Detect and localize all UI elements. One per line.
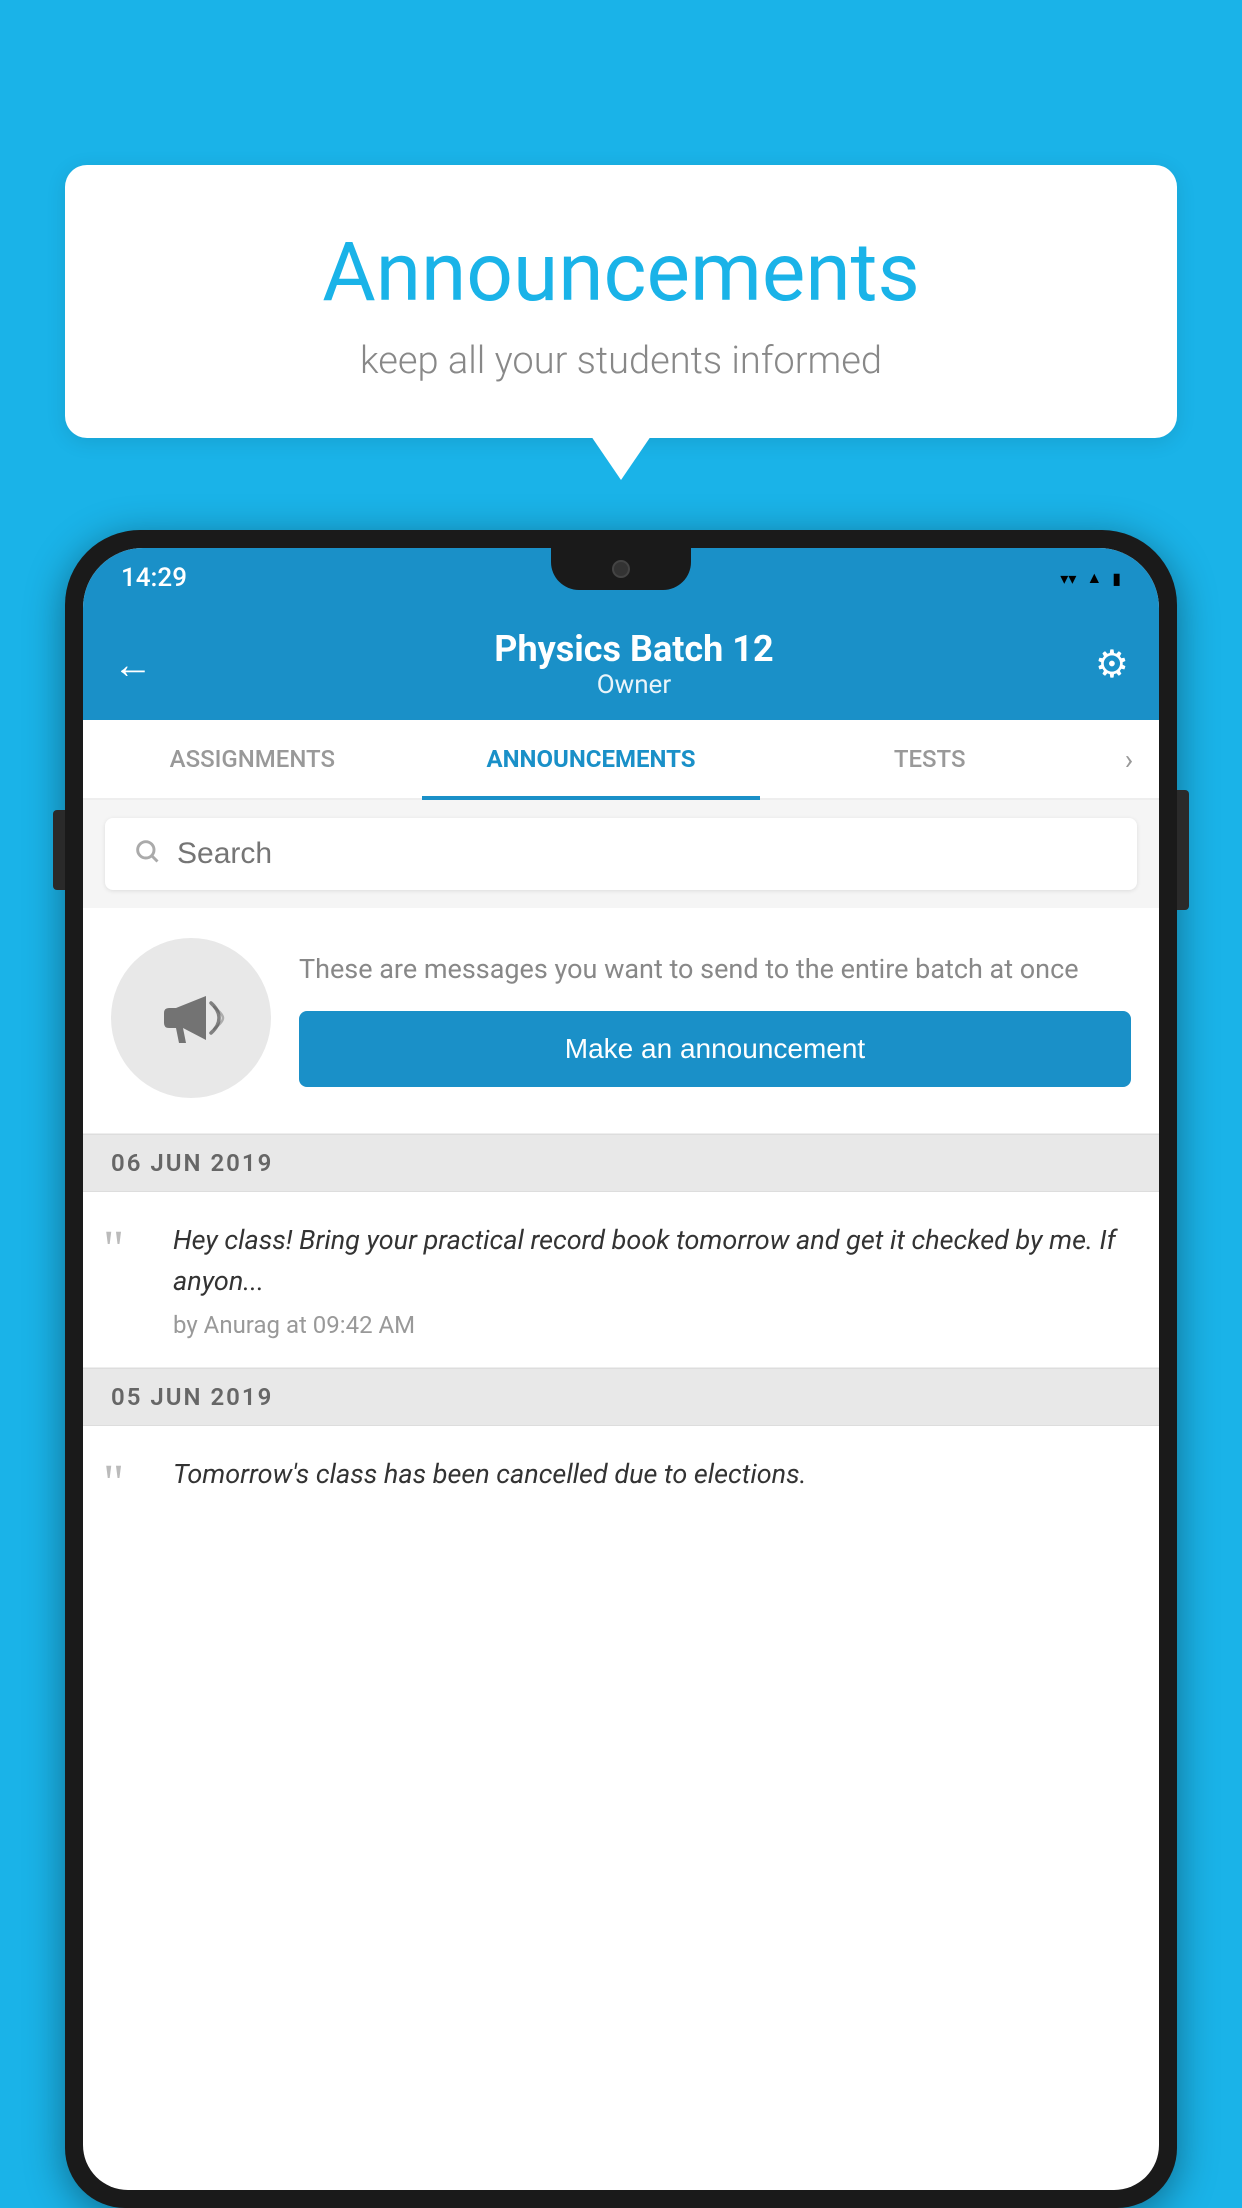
- notch: [551, 548, 691, 590]
- announcement-meta-1: by Anurag at 09:42 AM: [173, 1311, 1131, 1339]
- phone-screen: 14:29 ▾▾ ▲ ▮ ← Physics Batch 12 Owner ⚙: [83, 548, 1159, 2190]
- status-icons: ▾▾ ▲ ▮: [1060, 568, 1121, 588]
- app-bar-center: Physics Batch 12 Owner: [173, 628, 1095, 700]
- search-container: [83, 800, 1159, 908]
- speech-bubble-container: Announcements keep all your students inf…: [65, 165, 1177, 438]
- status-bar: 14:29 ▾▾ ▲ ▮: [83, 548, 1159, 608]
- bubble-subtitle: keep all your students informed: [115, 339, 1127, 383]
- app-bar-subtitle: Owner: [173, 670, 1095, 700]
- phone-outer: 14:29 ▾▾ ▲ ▮ ← Physics Batch 12 Owner ⚙: [65, 530, 1177, 2208]
- date-separator-2: 05 JUN 2019: [83, 1368, 1159, 1426]
- date-separator-1: 06 JUN 2019: [83, 1134, 1159, 1192]
- signal-icon: ▲: [1086, 568, 1102, 588]
- promo-area: These are messages you want to send to t…: [83, 908, 1159, 1134]
- battery-icon: ▮: [1112, 569, 1121, 588]
- announcement-text-1: Hey class! Bring your practical record b…: [173, 1220, 1131, 1301]
- camera: [612, 560, 630, 578]
- announcement-text-2: Tomorrow's class has been cancelled due …: [173, 1454, 1131, 1495]
- back-button[interactable]: ←: [113, 641, 153, 688]
- status-time: 14:29: [121, 563, 187, 593]
- tab-assignments[interactable]: ASSIGNMENTS: [83, 720, 422, 798]
- wifi-icon: ▾▾: [1060, 569, 1076, 588]
- announcement-content-1: Hey class! Bring your practical record b…: [173, 1220, 1131, 1339]
- quote-icon-2: ": [103, 1458, 153, 1510]
- settings-icon[interactable]: ⚙: [1095, 642, 1129, 687]
- bubble-title: Announcements: [115, 225, 1127, 321]
- app-bar: ← Physics Batch 12 Owner ⚙: [83, 608, 1159, 720]
- megaphone-icon: [151, 978, 231, 1058]
- speech-bubble: Announcements keep all your students inf…: [65, 165, 1177, 438]
- tabs-bar: ASSIGNMENTS ANNOUNCEMENTS TESTS ›: [83, 720, 1159, 800]
- phone-wrapper: 14:29 ▾▾ ▲ ▮ ← Physics Batch 12 Owner ⚙: [65, 530, 1177, 2208]
- search-icon: [133, 835, 161, 873]
- quote-icon-1: ": [103, 1224, 153, 1276]
- tab-announcements[interactable]: ANNOUNCEMENTS: [422, 720, 761, 798]
- tab-more[interactable]: ›: [1099, 720, 1159, 798]
- search-bar[interactable]: [105, 818, 1137, 890]
- tab-tests[interactable]: TESTS: [760, 720, 1099, 798]
- promo-description: These are messages you want to send to t…: [299, 949, 1131, 990]
- app-bar-title: Physics Batch 12: [173, 628, 1095, 670]
- announcement-item-2[interactable]: " Tomorrow's class has been cancelled du…: [83, 1426, 1159, 1538]
- make-announcement-button[interactable]: Make an announcement: [299, 1011, 1131, 1087]
- promo-right: These are messages you want to send to t…: [299, 949, 1131, 1088]
- promo-icon-circle: [111, 938, 271, 1098]
- announcement-content-2: Tomorrow's class has been cancelled due …: [173, 1454, 1131, 1505]
- search-input[interactable]: [177, 837, 1109, 871]
- announcement-item-1[interactable]: " Hey class! Bring your practical record…: [83, 1192, 1159, 1368]
